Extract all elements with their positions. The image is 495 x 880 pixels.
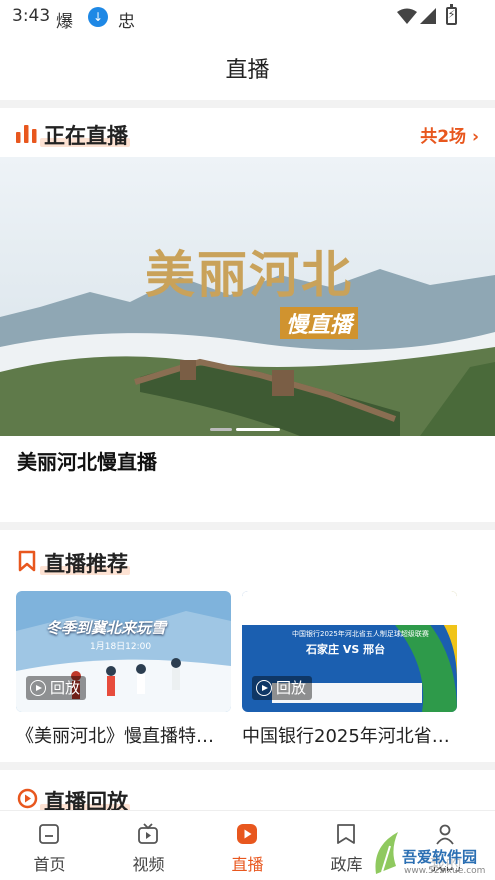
- live-banner[interactable]: 美丽河北 慢直播: [0, 157, 495, 436]
- recommend-title: 直播推荐: [44, 552, 128, 576]
- nav-live[interactable]: 直播: [198, 811, 297, 880]
- more-live-link[interactable]: 共2场 ›: [420, 122, 479, 147]
- banner-dot: [210, 428, 232, 431]
- bao-icon: 爆: [56, 12, 73, 32]
- signal-icon: [420, 8, 436, 29]
- card-thumbnail: 中国银行2025年河北省五人制足球超级联赛 石家庄 VS 邢台 回放: [242, 591, 457, 712]
- bar-chart-icon: [16, 123, 38, 147]
- banner-art-title: 美丽河北: [145, 245, 353, 304]
- more-live-label: 共2场: [420, 127, 467, 147]
- thumb-text: 冬季到冀北来玩雪: [46, 619, 167, 637]
- divider: [0, 522, 495, 530]
- recommend-header: 直播推荐: [0, 536, 495, 586]
- home-icon: [38, 823, 60, 845]
- thumb-text: 中国银行2025年河北省五人制足球超级联赛: [292, 630, 429, 638]
- download-icon: ↓: [88, 7, 108, 27]
- bookmark-icon: [335, 823, 357, 845]
- recommend-card[interactable]: 中国银行2025年河北省五人制足球超级联赛 石家庄 VS 邢台 回放 中国银行2…: [242, 591, 457, 748]
- card-thumbnail: 冬季到冀北来玩雪 1月18日12:00 回放: [16, 591, 231, 712]
- wifi-icon: [397, 8, 417, 29]
- divider: [0, 100, 495, 108]
- banner-art-subtitle: 慢直播: [280, 307, 359, 339]
- chevron-right-icon: ›: [471, 127, 479, 147]
- status-bar: 3:43 爆 ↓ 忠 ⚡: [0, 0, 495, 34]
- nav-home[interactable]: 首页: [0, 811, 99, 880]
- thumb-date: 1月18日12:00: [90, 642, 152, 652]
- watermark: 吾爱软件园 www.52zixue.com: [368, 822, 490, 878]
- play-circle-icon: [30, 680, 46, 696]
- replay-badge: 回放: [26, 676, 87, 700]
- replay-badge-label: 回放: [276, 679, 307, 697]
- bookmark-icon: [18, 550, 36, 576]
- card-title: 中国银行2025年河北省…: [242, 726, 450, 747]
- status-time: 3:43: [12, 6, 51, 26]
- replay-badge: 回放: [252, 676, 313, 700]
- live-now-title: 正在直播: [44, 124, 128, 148]
- page-title: 直播: [225, 58, 270, 83]
- app-header: 直播: [0, 34, 495, 100]
- replay-badge-label: 回放: [50, 679, 81, 697]
- banner-dot-active: [236, 428, 280, 431]
- video-icon: [137, 823, 159, 845]
- live-play-icon: [236, 823, 258, 845]
- watermark-url: www.52zixue.com: [404, 866, 486, 876]
- divider: [0, 762, 495, 770]
- play-circle-icon: [256, 680, 272, 696]
- nav-video[interactable]: 视频: [99, 811, 198, 880]
- battery-icon: ⚡: [446, 4, 457, 25]
- watermark-text: 吾爱软件园: [402, 846, 478, 867]
- recommend-card[interactable]: 冬季到冀北来玩雪 1月18日12:00 回放 《美丽河北》慢直播特…: [16, 591, 231, 748]
- nav-label: 直播: [231, 855, 264, 874]
- nav-label: 首页: [33, 855, 66, 874]
- live-now-header: 正在直播 共2场 ›: [0, 108, 495, 158]
- nav-label: 视频: [132, 855, 165, 874]
- card-title: 《美丽河北》慢直播特…: [16, 726, 214, 747]
- thumb-subtitle: 石家庄 VS 邢台: [306, 643, 386, 656]
- bug-icon: 忠: [118, 12, 135, 32]
- banner-caption[interactable]: 美丽河北慢直播: [17, 446, 157, 475]
- replay-header: 直播回放: [0, 774, 495, 814]
